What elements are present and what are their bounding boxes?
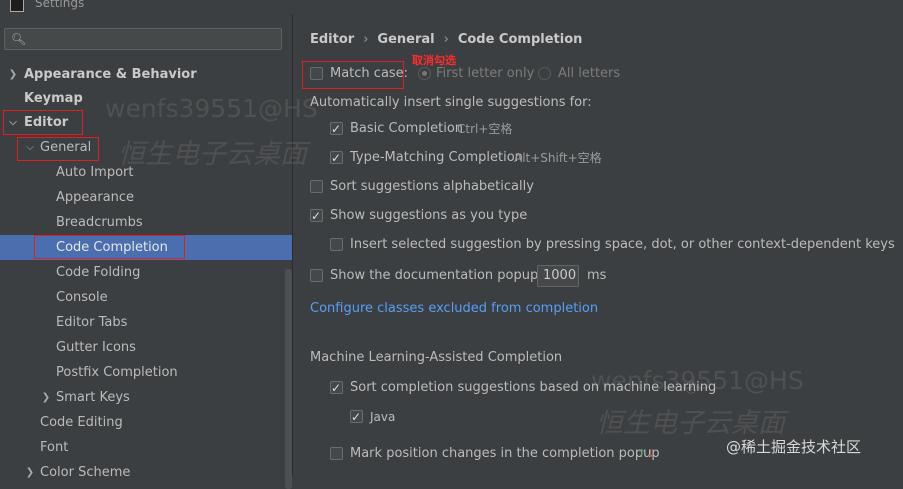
annotation-box-editor	[3, 110, 83, 135]
sort-alpha-label: Sort suggestions alphabetically	[330, 179, 534, 194]
mark-position-checkbox[interactable]	[330, 447, 343, 460]
sort-ml-label: Sort completion suggestions based on mac…	[350, 380, 717, 395]
first-letter-radio[interactable]	[418, 67, 431, 80]
type-matching-checkbox[interactable]	[330, 148, 343, 168]
mark-position-row: Mark position changes in the completion …	[330, 444, 750, 464]
window-title: Settings	[35, 0, 85, 10]
all-letters-radio[interactable]	[538, 67, 551, 80]
java-row: Java	[350, 407, 470, 427]
type-matching-row: Type-Matching Completion Alt+Shift+空格	[330, 148, 730, 168]
breadcrumb-separator: ›	[363, 32, 369, 47]
breadcrumb-code-completion: Code Completion	[457, 32, 583, 47]
tree-item-label: Keymap	[24, 91, 83, 106]
annotation-box-code-completion	[34, 235, 185, 259]
chevron-right-icon[interactable]: ❯	[40, 385, 52, 410]
tree-item-code-folding[interactable]: Code Folding	[0, 260, 293, 285]
tree-item-label: Smart Keys	[56, 390, 130, 405]
arrow-up-icon: ↑	[637, 447, 647, 460]
tree-item-label: Code Editing	[40, 415, 123, 430]
sort-ml-row: Sort completion suggestions based on mac…	[330, 378, 750, 398]
sort-ml-checkbox[interactable]	[330, 378, 343, 398]
annotation-box-general	[17, 137, 99, 161]
basic-completion-checkbox[interactable]	[330, 119, 343, 139]
basic-completion-label: Basic Completion	[350, 121, 464, 136]
tree-item-smart-keys[interactable]: ❯ Smart Keys	[0, 385, 293, 410]
annotation-box-match-case	[302, 61, 404, 89]
type-matching-shortcut: Alt+Shift+空格	[514, 151, 602, 165]
tree-item-breadcrumbs[interactable]: Breadcrumbs	[0, 210, 293, 235]
mark-position-label: Mark position changes in the completion …	[350, 446, 660, 461]
all-letters-label: All letters	[558, 66, 621, 81]
tree-item-label: Font	[40, 440, 69, 455]
insert-selected-checkbox[interactable]	[330, 238, 343, 251]
tree-item-console[interactable]: Console	[0, 285, 293, 310]
tree-item-font[interactable]: Font	[0, 435, 293, 460]
tree-item-label: Console	[56, 290, 108, 305]
arrow-down-icon: ↓	[646, 447, 656, 460]
chevron-right-icon[interactable]: ❯	[24, 460, 36, 485]
breadcrumb: Editor › General › Code Completion	[310, 32, 582, 47]
breadcrumb-separator: ›	[443, 32, 449, 47]
show-as-type-row: Show suggestions as you type	[310, 206, 710, 226]
java-checkbox[interactable]	[350, 407, 363, 427]
configure-excluded-link[interactable]: Configure classes excluded from completi…	[310, 299, 598, 319]
java-label: Java	[370, 410, 396, 424]
tree-item-label: Breadcrumbs	[56, 215, 143, 230]
search-input[interactable]: 🔍︎	[4, 28, 282, 50]
tree-item-label: Appearance & Behavior	[24, 67, 197, 82]
tree-item-label: Auto Import	[56, 165, 134, 180]
doc-popup-delay-input[interactable]: 1000	[537, 265, 579, 287]
tree-item-label: Postfix Completion	[56, 365, 178, 380]
sort-alpha-checkbox[interactable]	[310, 180, 323, 193]
tree-item-postfix-completion[interactable]: Postfix Completion	[0, 360, 293, 385]
sidebar-scrollbar[interactable]	[285, 269, 292, 489]
show-as-type-label: Show suggestions as you type	[330, 208, 528, 223]
breadcrumb-general[interactable]: General	[377, 32, 434, 47]
tree-item-label: Editor Tabs	[56, 315, 128, 330]
tree-item-appearance[interactable]: Appearance	[0, 185, 293, 210]
basic-completion-row: Basic Completion Ctrl+空格	[330, 119, 730, 139]
ml-heading: Machine Learning-Assisted Completion	[310, 350, 563, 365]
tree-item-keymap[interactable]: Keymap	[0, 86, 293, 111]
tree-item-label: Appearance	[56, 190, 135, 205]
basic-completion-shortcut: Ctrl+空格	[457, 122, 513, 136]
app-icon	[10, 0, 24, 12]
breadcrumb-editor[interactable]: Editor	[310, 32, 354, 47]
annotation-note: 取消勾选	[412, 54, 456, 67]
sort-arrows-icon: ↑↓	[637, 444, 655, 464]
insert-selected-row: Insert selected suggestion by pressing s…	[330, 235, 895, 255]
tree-item-label: Code Folding	[56, 265, 141, 280]
doc-popup-unit: ms	[587, 268, 607, 283]
tree-item-code-editing[interactable]: Code Editing	[0, 410, 293, 435]
search-icon: 🔍︎	[11, 32, 27, 46]
tree-item-label: Gutter Icons	[56, 340, 136, 355]
tree-item-gutter-icons[interactable]: Gutter Icons	[0, 335, 293, 360]
doc-popup-label: Show the documentation popup in	[330, 268, 555, 283]
tree-item-editor-tabs[interactable]: Editor Tabs	[0, 310, 293, 335]
auto-insert-heading: Automatically insert single suggestions …	[310, 95, 592, 110]
tree-item-auto-import[interactable]: Auto Import	[0, 160, 293, 185]
chevron-right-icon[interactable]: ❯	[7, 62, 19, 87]
help-icon[interactable]: ⓘ	[685, 378, 697, 398]
doc-popup-row: Show the documentation popup in 1000 ms	[310, 265, 710, 290]
tree-item-label: Color Scheme	[40, 465, 131, 480]
insert-selected-label: Insert selected suggestion by pressing s…	[350, 237, 895, 252]
show-as-type-checkbox[interactable]	[310, 206, 323, 226]
tree-item-color-scheme[interactable]: ❯ Color Scheme	[0, 460, 293, 485]
tree-item-appearance-behavior[interactable]: ❯ Appearance & Behavior	[0, 62, 293, 87]
source-watermark: @稀土掘金技术社区	[726, 438, 862, 456]
title-bar: Settings	[0, 0, 903, 14]
doc-popup-checkbox[interactable]	[310, 269, 323, 282]
type-matching-label: Type-Matching Completion	[350, 150, 523, 165]
sort-alpha-row: Sort suggestions alphabetically	[310, 177, 710, 197]
